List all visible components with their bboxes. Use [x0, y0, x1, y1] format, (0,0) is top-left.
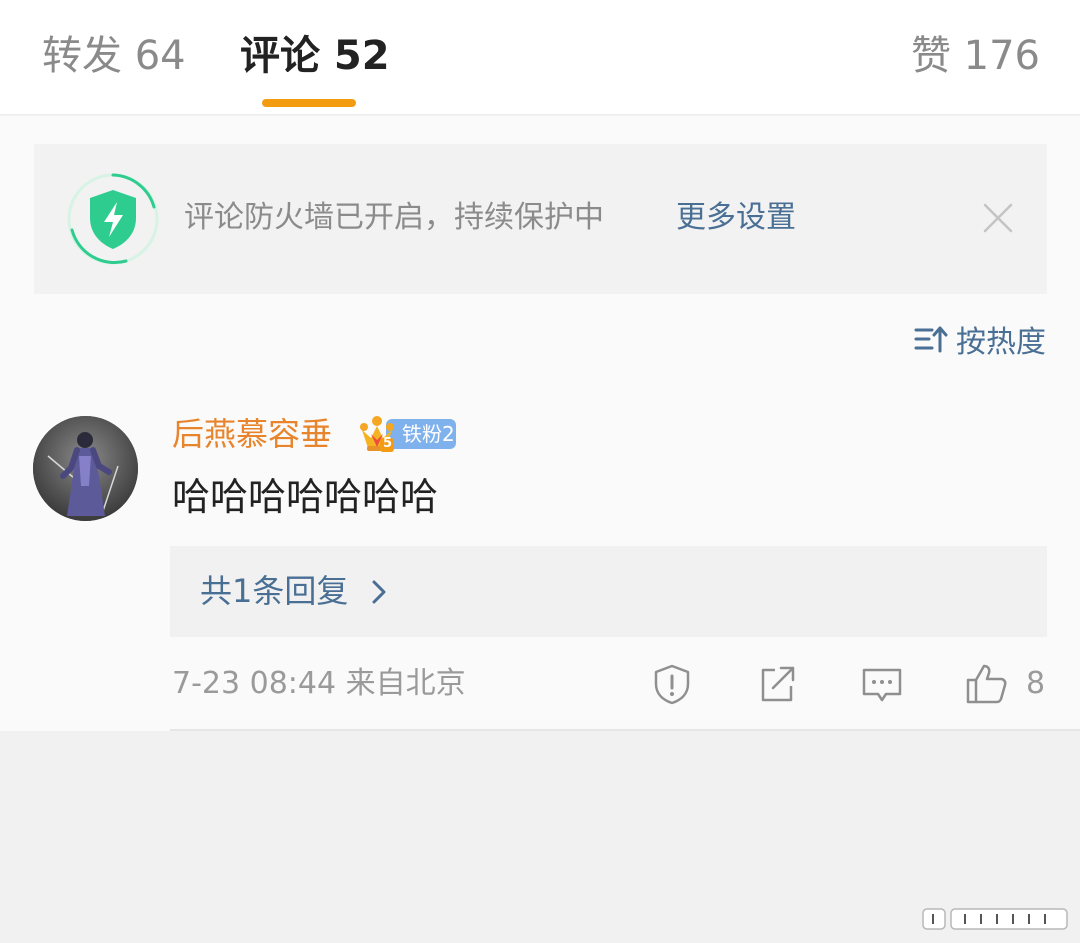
sort-icon [914, 324, 948, 354]
report-icon[interactable] [650, 662, 694, 706]
firewall-message: 评论防火墙已开启，持续保护中 [184, 200, 604, 235]
crown-icon: 5 [358, 414, 396, 454]
share-icon[interactable] [755, 662, 799, 706]
active-tab-indicator [262, 99, 356, 107]
close-icon[interactable] [980, 200, 1016, 236]
shield-bolt-icon [66, 172, 160, 266]
more-settings-link[interactable]: 更多设置 [676, 198, 796, 238]
tab-bar: 转发 64 评论 52 赞 176 [0, 0, 1080, 115]
home-indicator [921, 907, 1071, 931]
username[interactable]: 后燕慕容垂 [172, 413, 332, 455]
divider [170, 729, 1080, 731]
sort-by-hot-button[interactable]: 按热度 [914, 318, 1046, 360]
avatar[interactable] [33, 416, 138, 521]
tab-likes[interactable]: 赞 176 [911, 30, 1040, 82]
firewall-banner: 评论防火墙已开启，持续保护中 更多设置 [34, 144, 1047, 294]
thumbs-up-icon[interactable] [964, 662, 1008, 706]
chevron-right-icon [370, 578, 388, 606]
tab-comments[interactable]: 评论 52 [240, 30, 390, 82]
reply-summary: 共1条回复 [200, 572, 349, 610]
reply-summary-box[interactable]: 共1条回复 [170, 546, 1047, 637]
fan-badge[interactable]: 铁粉2 5 [358, 414, 456, 454]
comment-icon[interactable] [860, 662, 904, 706]
comment-section: 评论防火墙已开启，持续保护中 更多设置 按热度 后燕慕容垂 铁粉2 5 哈哈哈哈… [0, 116, 1080, 731]
tab-repost[interactable]: 转发 64 [42, 30, 186, 82]
sort-label: 按热度 [956, 325, 1046, 360]
comment-text: 哈哈哈哈哈哈哈 [172, 475, 439, 519]
like-count: 8 [1026, 666, 1046, 701]
badge-label: 铁粉2 [386, 419, 456, 449]
comment-timestamp: 7-23 08:44 来自北京 [172, 666, 466, 701]
